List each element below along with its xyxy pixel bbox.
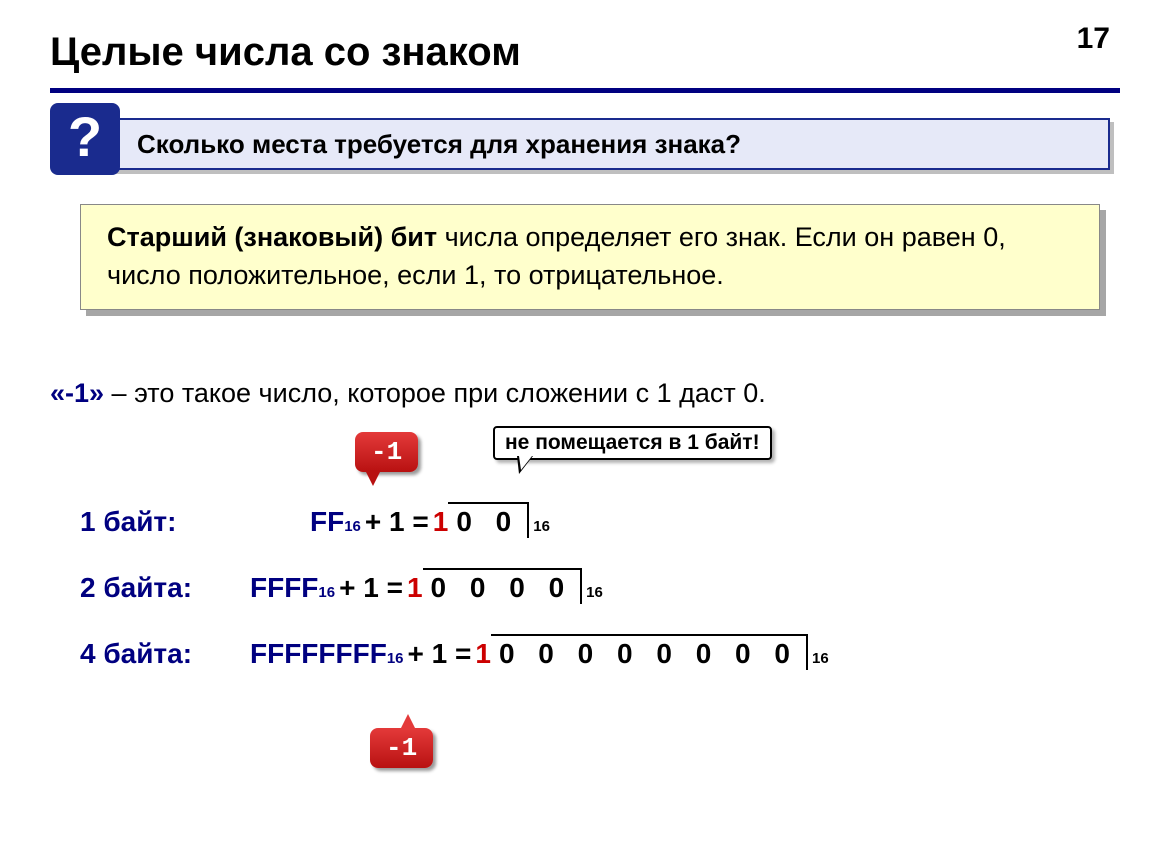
hex-value: FF [310,506,344,538]
overflow-bit: 1 [433,506,449,538]
operation: + 1 = [408,638,472,670]
para-rest: – это такое число, которое при сложении … [104,378,766,408]
overflow-bit: 1 [475,638,491,670]
title-underline [50,88,1120,93]
note-callout: не помещается в 1 байт! [493,426,772,460]
calc-row-2bytes: 2 байта: FFFF16 + 1 = 1 0 0 0 0 16 [80,568,1110,604]
byte-label: 1 байт: [80,506,250,538]
operation: + 1 = [339,572,403,604]
result-sub: 16 [586,584,603,601]
callout-bubble: -1 [355,432,418,472]
para-accent: «-1» [50,378,104,408]
result-sub: 16 [533,518,550,535]
question-text: Сколько места требуется для хранения зна… [137,129,741,160]
byte-label: 2 байта: [80,572,250,604]
callout-minus1-top: -1 [355,432,418,472]
hex-sub: 16 [344,518,361,535]
hex-sub: 16 [387,650,404,667]
question-box: Сколько места требуется для хранения зна… [105,118,1110,170]
calc-row-4bytes: 4 байта: FFFFFFFF16 + 1 = 1 0 0 0 0 0 0 … [80,634,1110,670]
result-box: 0 0 0 0 0 0 0 0 [491,634,808,670]
hex-value: FFFFFFFF [250,638,387,670]
result-box: 0 0 0 0 [423,568,583,604]
hex-value: FFFF [250,572,318,604]
overflow-bit: 1 [407,572,423,604]
calc-row-1byte: 1 байт: FF16 + 1 = 1 0 0 16 [80,502,1110,538]
info-box: Старший (знаковый) бит числа определяет … [80,204,1100,310]
byte-label: 4 байта: [80,638,250,670]
callout-bubble: -1 [370,728,433,768]
result-box: 0 0 [448,502,529,538]
slide-title: Целые числа со знаком [50,30,521,75]
explanation-paragraph: «-1» – это такое число, которое при слож… [50,378,766,409]
calculations-area: -1 не помещается в 1 байт! 1 байт: FF16 … [80,430,1110,670]
hex-sub: 16 [318,584,335,601]
info-bold: Старший (знаковый) бит [107,222,437,252]
question-mark-icon: ? [50,103,120,175]
page-number: 17 [1077,22,1110,56]
operation: + 1 = [365,506,429,538]
callout-minus1-bottom: -1 [370,728,433,768]
result-sub: 16 [812,650,829,667]
